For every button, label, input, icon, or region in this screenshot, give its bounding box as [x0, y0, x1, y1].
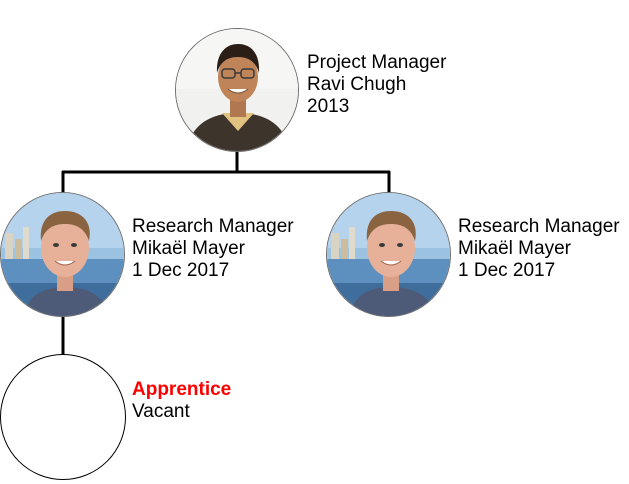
root-date: 2013 — [307, 96, 350, 117]
right-child-title: Research Manager — [458, 216, 620, 237]
grandchild-name: Vacant — [132, 401, 190, 422]
right-child-info: Research Manager Mikaël Mayer 1 Dec 2017 — [458, 216, 620, 282]
left-child-name: Mikaël Mayer — [132, 238, 245, 259]
root-info: Project Manager Ravi Chugh 2013 — [307, 52, 446, 118]
root-name: Ravi Chugh — [307, 74, 407, 95]
root-avatar — [175, 28, 299, 152]
root-title: Project Manager — [307, 52, 447, 73]
left-child-info: Research Manager Mikaël Mayer 1 Dec 2017 — [132, 216, 294, 282]
left-child-title: Research Manager — [132, 216, 294, 237]
grandchild-title: Apprentice — [132, 379, 232, 400]
grandchild-info: Apprentice Vacant — [132, 379, 231, 423]
left-child-date: 1 Dec 2017 — [132, 260, 230, 281]
vacant-avatar-circle — [0, 354, 126, 480]
right-child-date: 1 Dec 2017 — [458, 260, 556, 281]
right-child-avatar — [326, 192, 451, 317]
left-child-avatar — [0, 192, 125, 317]
right-child-name: Mikaël Mayer — [458, 238, 571, 259]
